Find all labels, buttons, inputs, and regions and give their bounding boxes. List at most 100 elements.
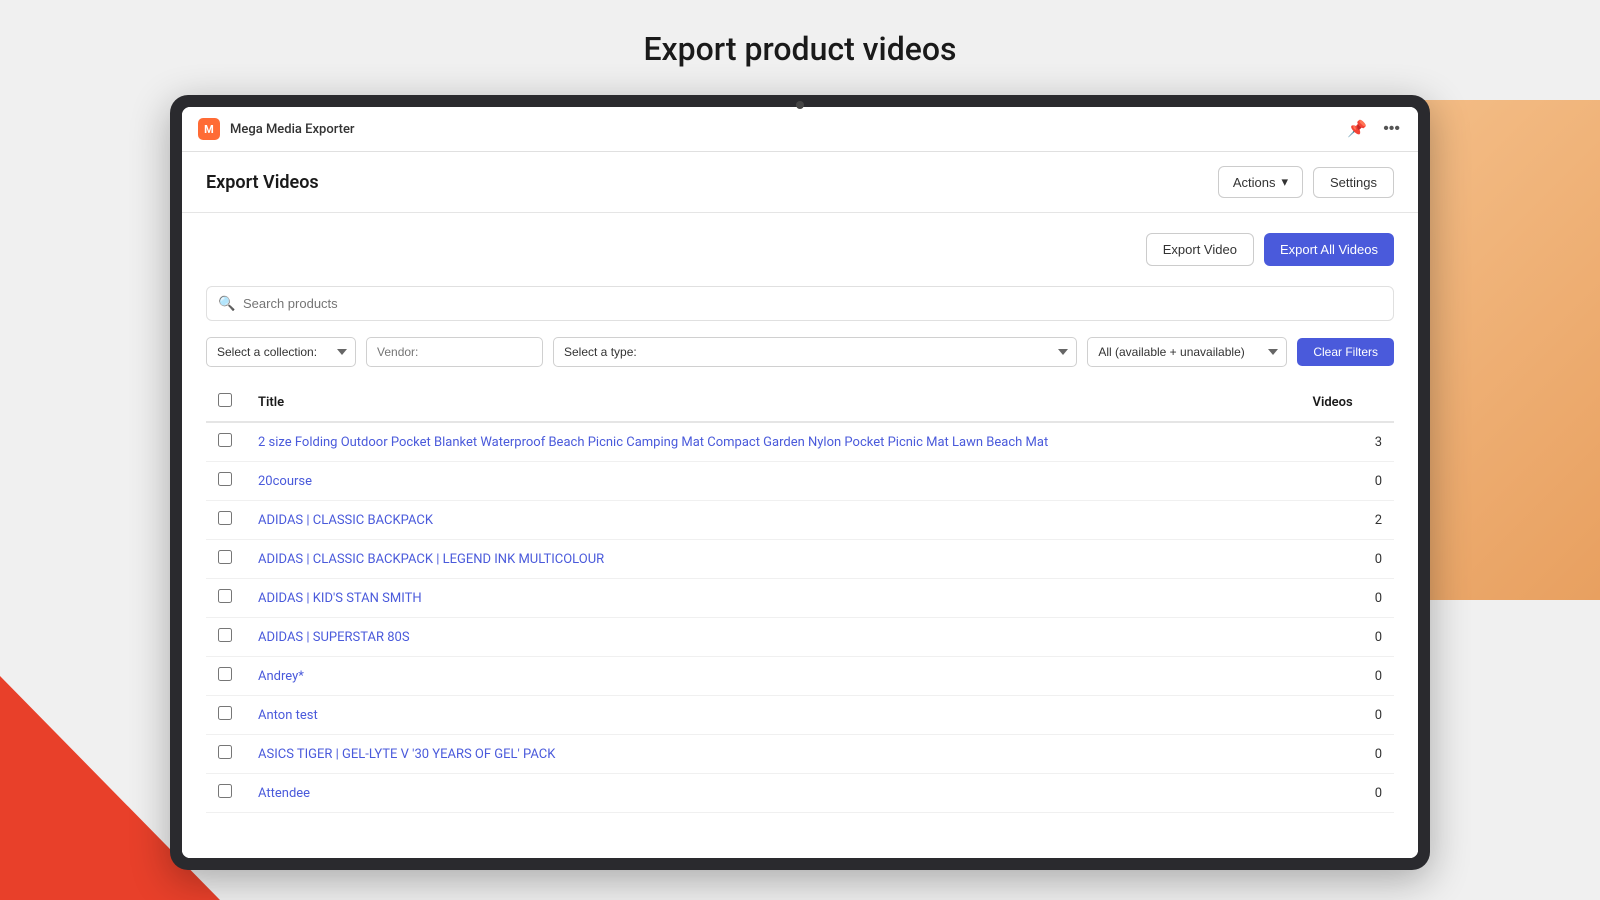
export-buttons-row: Export Video Export All Videos — [206, 233, 1394, 266]
select-all-checkbox[interactable] — [218, 393, 232, 407]
videos-count-cell: 0 — [1301, 618, 1395, 657]
table-row: Attendee 0 — [206, 774, 1394, 813]
product-title-cell: ASICS TIGER | GEL-LYTE V '30 YEARS OF GE… — [246, 735, 1301, 774]
table-body: 2 size Folding Outdoor Pocket Blanket Wa… — [206, 422, 1394, 813]
row-checkbox-4[interactable] — [218, 589, 232, 603]
row-checkbox-1[interactable] — [218, 472, 232, 486]
videos-count-cell: 0 — [1301, 696, 1395, 735]
row-checkbox-0[interactable] — [218, 433, 232, 447]
clear-filters-button[interactable]: Clear Filters — [1297, 338, 1394, 366]
select-all-header[interactable] — [206, 383, 246, 422]
product-link[interactable]: ADIDAS | CLASSIC BACKPACK — [258, 513, 433, 528]
actions-label: Actions — [1233, 175, 1276, 190]
row-checkbox-cell[interactable] — [206, 774, 246, 813]
videos-count-cell: 0 — [1301, 657, 1395, 696]
row-checkbox-2[interactable] — [218, 511, 232, 525]
row-checkbox-7[interactable] — [218, 706, 232, 720]
videos-count-cell: 3 — [1301, 422, 1395, 462]
export-video-button[interactable]: Export Video — [1146, 233, 1254, 266]
row-checkbox-cell[interactable] — [206, 657, 246, 696]
videos-count-cell: 0 — [1301, 579, 1395, 618]
search-container: 🔍 — [206, 286, 1394, 321]
product-link[interactable]: Attendee — [258, 786, 310, 801]
product-link[interactable]: ASICS TIGER | GEL-LYTE V '30 YEARS OF GE… — [258, 747, 555, 762]
product-title-cell: Attendee — [246, 774, 1301, 813]
device-screen: M Mega Media Exporter 📌 ••• Export Video… — [182, 107, 1418, 858]
settings-label: Settings — [1330, 175, 1377, 190]
search-icon: 🔍 — [218, 296, 235, 312]
settings-button[interactable]: Settings — [1313, 167, 1394, 198]
product-link[interactable]: Anton test — [258, 708, 318, 723]
search-input[interactable] — [206, 286, 1394, 321]
page-title-area: Export product videos — [0, 30, 1600, 68]
row-checkbox-cell[interactable] — [206, 422, 246, 462]
product-link[interactable]: ADIDAS | CLASSIC BACKPACK | LEGEND INK M… — [258, 552, 604, 567]
table-row: ASICS TIGER | GEL-LYTE V '30 YEARS OF GE… — [206, 735, 1394, 774]
row-checkbox-cell[interactable] — [206, 696, 246, 735]
page-header-actions: Actions ▾ Settings — [1218, 166, 1394, 198]
product-title-cell: ADIDAS | KID'S STAN SMITH — [246, 579, 1301, 618]
product-link[interactable]: Andrey* — [258, 669, 304, 684]
product-title-cell: 20course — [246, 462, 1301, 501]
table-row: ADIDAS | CLASSIC BACKPACK | LEGEND INK M… — [206, 540, 1394, 579]
product-title-cell: ADIDAS | CLASSIC BACKPACK | LEGEND INK M… — [246, 540, 1301, 579]
collection-filter[interactable]: Select a collection: — [206, 337, 356, 367]
product-title-cell: Anton test — [246, 696, 1301, 735]
content-area: Export Videos Actions ▾ Settings Expor — [182, 152, 1418, 858]
type-filter[interactable]: Select a type: — [553, 337, 1077, 367]
table-row: Anton test 0 — [206, 696, 1394, 735]
row-checkbox-cell[interactable] — [206, 579, 246, 618]
title-column-header: Title — [246, 383, 1301, 422]
row-checkbox-cell[interactable] — [206, 735, 246, 774]
row-checkbox-cell[interactable] — [206, 462, 246, 501]
row-checkbox-5[interactable] — [218, 628, 232, 642]
app-logo: M — [198, 118, 220, 140]
filters-row: Select a collection: Select a type: All … — [206, 337, 1394, 367]
app-logo-text: M — [204, 123, 214, 136]
product-title-cell: Andrey* — [246, 657, 1301, 696]
table-row: 20course 0 — [206, 462, 1394, 501]
row-checkbox-9[interactable] — [218, 784, 232, 798]
table-row: 2 size Folding Outdoor Pocket Blanket Wa… — [206, 422, 1394, 462]
product-link[interactable]: ADIDAS | SUPERSTAR 80S — [258, 630, 410, 645]
device-camera — [796, 101, 804, 109]
product-link[interactable]: 2 size Folding Outdoor Pocket Blanket Wa… — [258, 435, 1048, 450]
actions-chevron-icon: ▾ — [1281, 174, 1288, 190]
device-frame: M Mega Media Exporter 📌 ••• Export Video… — [170, 95, 1430, 870]
main-page-title: Export product videos — [0, 30, 1600, 68]
clear-filters-label: Clear Filters — [1313, 345, 1378, 359]
videos-count-cell: 0 — [1301, 462, 1395, 501]
export-all-videos-button[interactable]: Export All Videos — [1264, 233, 1394, 266]
app-header: M Mega Media Exporter 📌 ••• — [182, 107, 1418, 152]
pin-button[interactable]: 📌 — [1345, 117, 1369, 141]
product-link[interactable]: ADIDAS | KID'S STAN SMITH — [258, 591, 422, 606]
availability-filter[interactable]: All (available + unavailable) — [1087, 337, 1287, 367]
row-checkbox-cell[interactable] — [206, 540, 246, 579]
table-row: ADIDAS | CLASSIC BACKPACK 2 — [206, 501, 1394, 540]
table-header-row: Title Videos — [206, 383, 1394, 422]
videos-count-cell: 0 — [1301, 774, 1395, 813]
table-row: Andrey* 0 — [206, 657, 1394, 696]
export-all-videos-label: Export All Videos — [1280, 242, 1378, 257]
row-checkbox-3[interactable] — [218, 550, 232, 564]
actions-button[interactable]: Actions ▾ — [1218, 166, 1303, 198]
product-title-cell: ADIDAS | SUPERSTAR 80S — [246, 618, 1301, 657]
row-checkbox-6[interactable] — [218, 667, 232, 681]
app-header-right: 📌 ••• — [1345, 117, 1402, 141]
row-checkbox-cell[interactable] — [206, 501, 246, 540]
product-title-cell: 2 size Folding Outdoor Pocket Blanket Wa… — [246, 422, 1301, 462]
table-header: Title Videos — [206, 383, 1394, 422]
product-link[interactable]: 20course — [258, 474, 312, 489]
videos-count-cell: 2 — [1301, 501, 1395, 540]
export-video-label: Export Video — [1163, 242, 1237, 257]
videos-count-cell: 0 — [1301, 735, 1395, 774]
row-checkbox-cell[interactable] — [206, 618, 246, 657]
app-name-label: Mega Media Exporter — [230, 122, 355, 137]
table-row: ADIDAS | SUPERSTAR 80S 0 — [206, 618, 1394, 657]
table-row: ADIDAS | KID'S STAN SMITH 0 — [206, 579, 1394, 618]
more-options-button[interactable]: ••• — [1381, 118, 1402, 140]
product-title-cell: ADIDAS | CLASSIC BACKPACK — [246, 501, 1301, 540]
row-checkbox-8[interactable] — [218, 745, 232, 759]
vendor-filter[interactable] — [366, 337, 543, 367]
products-table: Title Videos 2 size Folding Outdoor Pock… — [206, 383, 1394, 813]
